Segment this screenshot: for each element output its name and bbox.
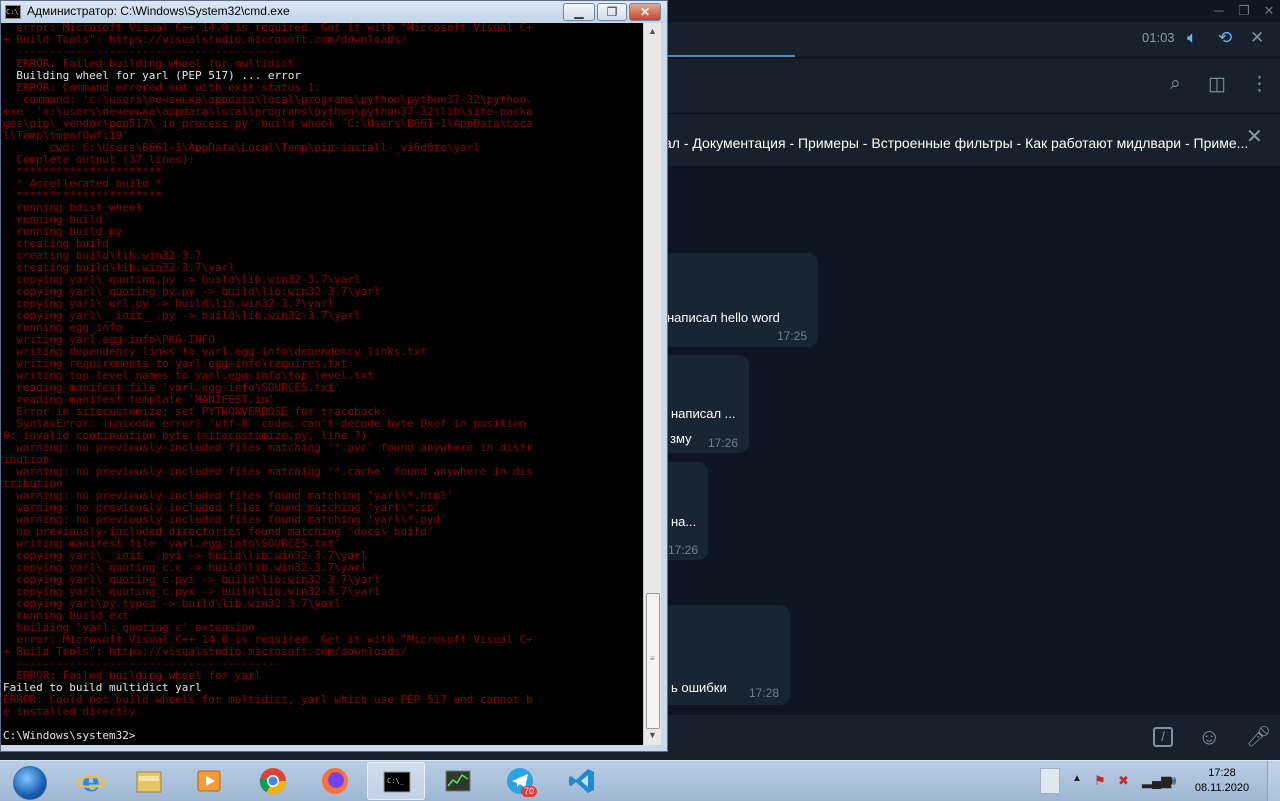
- chrome-icon: [259, 768, 287, 795]
- taskbar-firefox[interactable]: [306, 762, 364, 800]
- console-output[interactable]: error: Microsoft Visual C++ 14.0 is requ…: [1, 23, 643, 745]
- language-indicator-icon[interactable]: [1040, 768, 1060, 794]
- volume-icon[interactable]: 🔈︎: [1187, 28, 1197, 48]
- taskbar: e C:\_ 70 ▲ ⚑ ✖ ▂▄▆ 🔊︎ 17:28 08.11.2020: [0, 760, 1280, 801]
- cmd-title: Администратор: C:\Windows\System32\cmd.e…: [27, 4, 290, 18]
- network-icon[interactable]: ▂▄▆: [1142, 773, 1171, 789]
- message-text: написал ...: [671, 406, 736, 421]
- slash-commands-icon[interactable]: /: [1153, 727, 1173, 747]
- microphone-icon[interactable]: 🎤︎: [1246, 724, 1271, 749]
- telegram-unread-badge: 70: [521, 786, 538, 797]
- media-player-icon: [197, 770, 221, 792]
- console-lines: error: Microsoft Visual C++ 14.0 is requ…: [3, 23, 533, 742]
- volume-icon[interactable]: 🔊︎: [1168, 773, 1176, 789]
- firefox-icon: [322, 768, 348, 794]
- message-time: 17:26: [708, 436, 739, 450]
- message-text: написал hello word: [667, 310, 780, 325]
- internet-explorer-icon: e: [76, 766, 106, 796]
- search-icon[interactable]: ⌕: [1170, 73, 1181, 95]
- emoji-icon[interactable]: ☺: [1198, 724, 1220, 750]
- task-manager-icon: [445, 770, 471, 792]
- message-time: 17:26: [668, 543, 699, 557]
- clock-date: 08.11.2020: [1194, 782, 1250, 794]
- taskbar-ie[interactable]: e: [62, 762, 120, 800]
- show-desktop-button[interactable]: [1267, 761, 1280, 801]
- cmd-icon: C:\_: [383, 771, 411, 793]
- grip-icon: ≡: [650, 654, 655, 663]
- console-line: e installed directly: [3, 705, 136, 718]
- taskbar-telegram[interactable]: 70: [491, 762, 549, 800]
- pinned-message-text: ал - Документация - Примеры - Встроенные…: [664, 135, 1249, 151]
- taskbar-task-manager[interactable]: [429, 762, 487, 800]
- console-line: warning: no previously-included files ma…: [3, 441, 533, 454]
- taskbar-explorer[interactable]: [120, 762, 178, 800]
- taskbar-cmd[interactable]: C:\_: [367, 762, 425, 800]
- window-minimize-icon[interactable]: ─: [1210, 2, 1228, 20]
- repeat-icon[interactable]: ⟲: [1218, 28, 1232, 48]
- scroll-down-icon[interactable]: ▼: [644, 727, 661, 744]
- more-vertical-icon[interactable]: ⋮: [1250, 73, 1269, 96]
- action-center-icon[interactable]: ⚑: [1094, 773, 1106, 789]
- scroll-up-icon[interactable]: ▲: [644, 23, 661, 40]
- player-time: 01:03: [1142, 30, 1175, 45]
- svg-text:e: e: [82, 766, 100, 796]
- windows-logo-icon: [13, 766, 47, 800]
- security-icon[interactable]: ✖: [1118, 773, 1129, 789]
- cmd-close-button[interactable]: ✕: [629, 3, 661, 21]
- close-icon[interactable]: ✕: [1246, 124, 1263, 149]
- taskbar-media-player[interactable]: [180, 762, 238, 800]
- message-time: 17:28: [749, 686, 780, 700]
- message-text: ь ошибки: [671, 680, 727, 695]
- window-close-icon[interactable]: ✕: [1260, 2, 1278, 20]
- window-maximize-icon[interactable]: ❐: [1235, 2, 1253, 20]
- scrollbar-thumb[interactable]: ≡: [646, 593, 660, 729]
- console-line: C:\Windows\system32>: [3, 729, 136, 742]
- message-text: на...: [671, 514, 697, 529]
- vscode-icon: [569, 769, 594, 793]
- message-time: 17:25: [777, 329, 808, 343]
- tray-expand-icon[interactable]: ▲: [1072, 773, 1082, 784]
- console-scrollbar[interactable]: ▲ ≡ ▼: [643, 23, 661, 745]
- cmd-minimize-button[interactable]: ▁: [563, 3, 595, 21]
- message-text: зму: [670, 431, 692, 446]
- taskbar-vscode[interactable]: [553, 762, 611, 800]
- audio-progress[interactable]: [668, 55, 795, 57]
- console-line: warning: no previously-included files ma…: [3, 465, 533, 478]
- cmd-window: C:\ Администратор: C:\Windows\System32\c…: [0, 0, 668, 752]
- cmd-app-icon[interactable]: C:\: [5, 5, 21, 19]
- cmd-titlebar[interactable]: C:\ Администратор: C:\Windows\System32\c…: [1, 1, 667, 23]
- clock-time: 17:28: [1208, 767, 1236, 779]
- taskbar-clock[interactable]: 17:28 08.11.2020: [1188, 766, 1256, 796]
- taskbar-chrome[interactable]: [244, 762, 302, 800]
- start-button[interactable]: [3, 763, 55, 800]
- svg-text:C:\_: C:\_: [387, 777, 405, 785]
- close-icon[interactable]: ✕: [1250, 28, 1264, 48]
- file-explorer-icon: [136, 771, 162, 793]
- sidebar-toggle-icon[interactable]: ◫: [1208, 73, 1226, 96]
- cmd-maximize-button[interactable]: ❐: [597, 3, 627, 21]
